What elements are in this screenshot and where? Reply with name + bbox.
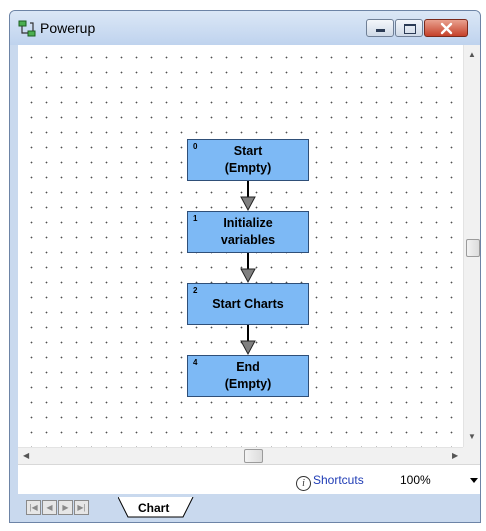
step-subtitle: (Empty) [224, 377, 272, 391]
window-title: Powerup [40, 20, 96, 36]
chart-step-1[interactable]: 1 Initialize variables [187, 211, 309, 253]
close-button[interactable] [424, 19, 468, 37]
step-number: 2 [193, 286, 198, 295]
zoom-select[interactable]: 100% [396, 471, 480, 491]
chart-step-0[interactable]: 0 Start (Empty) [187, 139, 309, 181]
prev-tab-button[interactable]: ◀ [42, 500, 57, 515]
powerup-window: Powerup ▲ ▼ ◀ ▶ i Shortcuts 100% |◀ ◀ ▶ … [9, 10, 481, 523]
first-tab-button[interactable]: |◀ [26, 500, 41, 515]
app-icon [18, 20, 36, 38]
step-number: 4 [193, 358, 198, 367]
close-icon [440, 22, 453, 35]
next-tab-button[interactable]: ▶ [58, 500, 73, 515]
chart-step-4[interactable]: 4 End (Empty) [187, 355, 309, 397]
shortcuts-label: Shortcuts [313, 473, 364, 487]
info-icon: i [296, 476, 311, 491]
vertical-scroll-thumb[interactable] [466, 239, 480, 257]
scroll-up-icon[interactable]: ▲ [468, 51, 476, 59]
step-title: Start Charts [212, 296, 284, 311]
step-number: 0 [193, 142, 198, 151]
shortcuts-link[interactable]: i Shortcuts [296, 473, 364, 491]
minimize-button[interactable] [366, 19, 394, 37]
last-tab-button[interactable]: ▶| [74, 500, 89, 515]
status-bar: i Shortcuts 100% [18, 464, 480, 495]
step-number: 1 [193, 214, 198, 223]
sheet-tab-bar: |◀ ◀ ▶ ▶| Chart [10, 494, 480, 522]
horizontal-scrollbar[interactable]: ◀ ▶ [18, 447, 463, 465]
step-subtitle: (Empty) [224, 161, 272, 175]
chart-step-2[interactable]: 2 Start Charts [187, 283, 309, 325]
zoom-value: 100% [400, 473, 431, 487]
step-title: End [236, 360, 260, 374]
title-bar[interactable]: Powerup [10, 11, 480, 45]
maximize-icon [404, 24, 416, 34]
tab-chart-label: Chart [138, 501, 170, 515]
scroll-down-icon[interactable]: ▼ [468, 433, 476, 441]
minimize-icon [376, 29, 385, 32]
scrollbar-corner [463, 447, 480, 464]
scroll-left-icon[interactable]: ◀ [23, 452, 29, 460]
maximize-button[interactable] [395, 19, 423, 37]
step-title: Initialize [223, 216, 273, 230]
step-title: Start [233, 144, 263, 158]
vertical-scrollbar[interactable]: ▲ ▼ [463, 45, 480, 447]
chevron-down-icon[interactable] [470, 478, 478, 483]
scroll-right-icon[interactable]: ▶ [452, 452, 458, 460]
horizontal-scroll-thumb[interactable] [244, 449, 263, 463]
step-subtitle: variables [220, 233, 276, 247]
